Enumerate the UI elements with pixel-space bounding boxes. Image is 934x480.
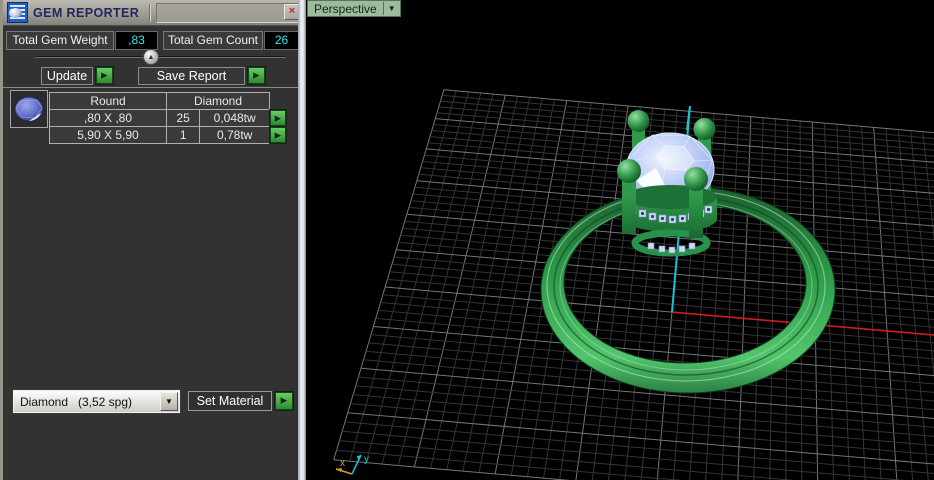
gem-weight-cell: 0,048tw bbox=[199, 109, 270, 127]
3d-scene[interactable]: y x bbox=[306, 0, 934, 480]
gizmo-x-label: x bbox=[340, 458, 345, 469]
gizmo-y-label: y bbox=[364, 454, 369, 465]
gem-reporter-panel: GEM REPORTER × Total Gem Weight ,83 Tota… bbox=[0, 0, 301, 480]
prong-ball bbox=[693, 118, 716, 140]
save-report-label: Save Report bbox=[138, 67, 245, 85]
gem-type-thumbnail[interactable] bbox=[10, 90, 48, 128]
play-icon: ▶ bbox=[101, 70, 108, 80]
gem-row-action-button[interactable]: ▶ bbox=[269, 109, 287, 127]
panel-viewport-splitter[interactable] bbox=[298, 0, 306, 480]
play-icon: ▶ bbox=[274, 130, 282, 140]
gem-count-cell: 1 bbox=[165, 126, 201, 144]
table-header-row: Round Diamond bbox=[49, 92, 270, 110]
gem-size-cell: 5,90 X 5,90 bbox=[49, 126, 167, 144]
viewport-title-dropdown[interactable]: Perspective ▼ bbox=[307, 0, 401, 17]
panel-separator bbox=[3, 87, 301, 88]
material-dropdown[interactable]: Diamond (3,52 spg) ▼ bbox=[12, 389, 181, 414]
prong-ball bbox=[617, 159, 641, 183]
round-gem-icon bbox=[14, 96, 44, 122]
update-button[interactable]: ▶ bbox=[95, 66, 114, 85]
header-round: Round bbox=[49, 92, 167, 110]
chevron-down-icon[interactable]: ▼ bbox=[386, 4, 398, 13]
bezel-head[interactable] bbox=[625, 185, 717, 232]
play-icon: ▶ bbox=[280, 395, 288, 405]
gem-size-cell: ,80 X ,80 bbox=[49, 109, 167, 127]
viewport-title: Perspective bbox=[314, 1, 377, 16]
set-material-button[interactable]: ▶ bbox=[274, 391, 294, 411]
table-row[interactable]: 5,90 X 5,90 1 0,78tw bbox=[49, 126, 270, 144]
pearl-icon bbox=[9, 8, 22, 18]
gem-reporter-app-icon bbox=[7, 2, 28, 23]
prong-ball bbox=[684, 167, 708, 191]
panel-title: GEM REPORTER bbox=[33, 6, 140, 20]
total-gem-weight-label: Total Gem Weight bbox=[6, 31, 114, 50]
material-dropdown-detail: (3,52 spg) bbox=[78, 395, 133, 409]
update-label: Update bbox=[41, 67, 93, 85]
play-icon: ▶ bbox=[253, 70, 260, 80]
prong-ball bbox=[627, 110, 650, 132]
header-diamond: Diamond bbox=[166, 92, 270, 110]
gem-row-action-button[interactable]: ▶ bbox=[269, 126, 287, 144]
gem-count-cell: 25 bbox=[165, 109, 201, 127]
play-icon: ▶ bbox=[274, 113, 282, 123]
chevron-down-icon[interactable]: ▼ bbox=[160, 392, 178, 411]
total-gem-weight-value: ,83 bbox=[115, 31, 158, 50]
table-row[interactable]: ,80 X ,80 25 0,048tw bbox=[49, 109, 270, 127]
axis-gizmo: y x bbox=[335, 454, 369, 475]
tab-divider bbox=[382, 2, 384, 15]
panel-slider-thumb[interactable]: ▲ bbox=[143, 49, 159, 65]
gem-report-table: Round Diamond ,80 X ,80 25 0,048tw 5,90 … bbox=[49, 92, 270, 144]
total-gem-count-label: Total Gem Count bbox=[163, 31, 263, 50]
panel-slider-track[interactable] bbox=[35, 56, 286, 58]
title-grip-area[interactable] bbox=[156, 3, 299, 23]
total-gem-count-value: 26 bbox=[264, 31, 299, 50]
title-bar[interactable]: GEM REPORTER × bbox=[3, 0, 301, 26]
set-material-label: Set Material bbox=[188, 391, 272, 411]
material-dropdown-value: Diamond bbox=[20, 395, 69, 409]
save-report-button[interactable]: ▶ bbox=[247, 66, 266, 85]
title-divider bbox=[149, 4, 151, 22]
gem-weight-cell: 0,78tw bbox=[199, 126, 270, 144]
